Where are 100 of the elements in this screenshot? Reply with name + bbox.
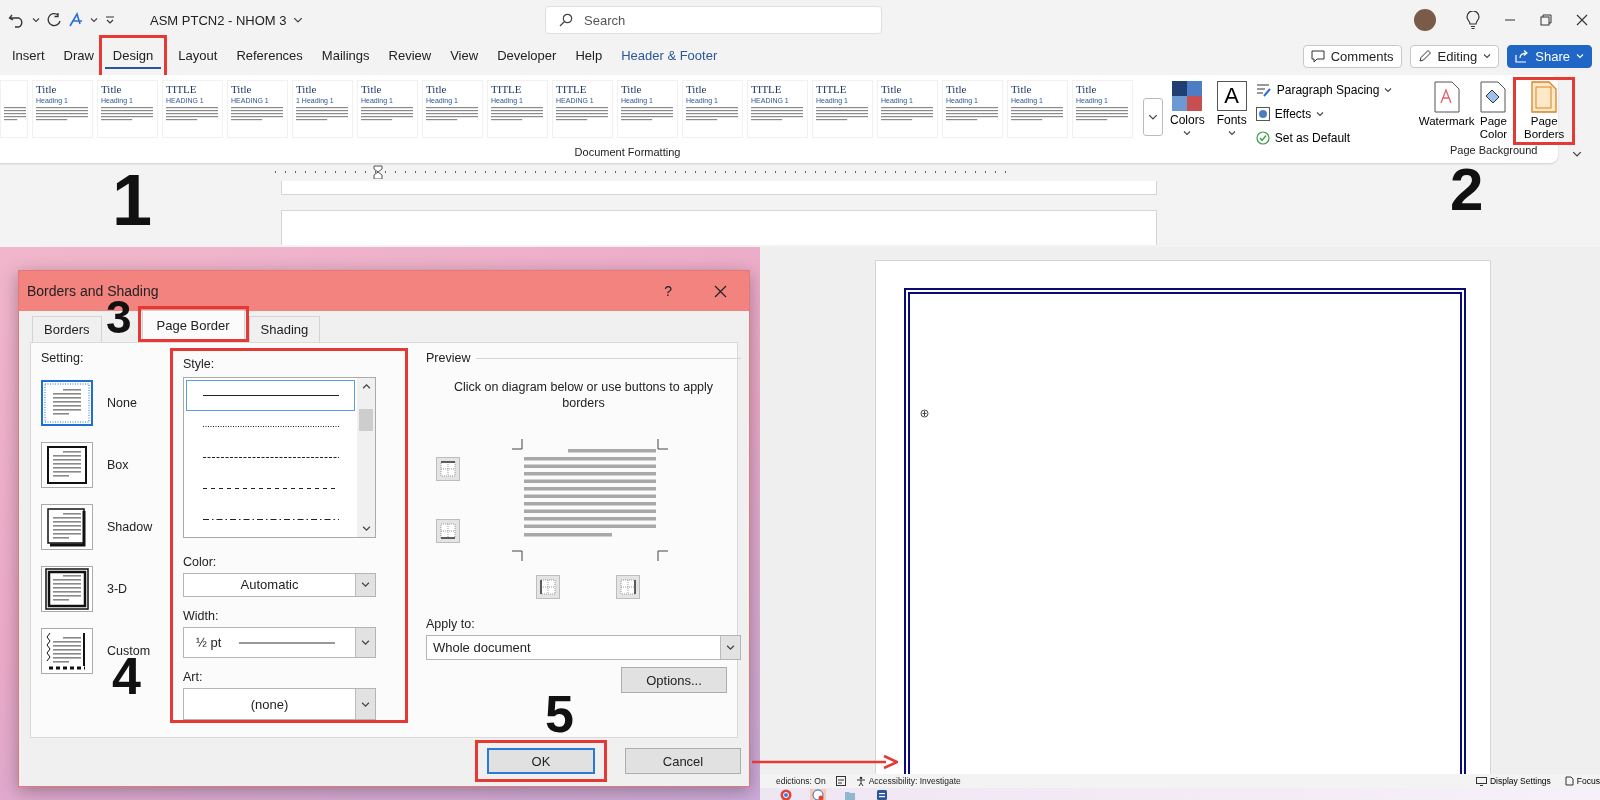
instruction-text: Click on diagram below or use buttons to apply borders [452,379,715,411]
setting-label[interactable]: 3-D [107,581,128,596]
search-icon [559,13,573,27]
border-toggle-button[interactable] [616,575,640,599]
style-title: TITLE [491,83,522,95]
border-toggle-icon [620,579,636,595]
style-title: TITLE [166,83,197,95]
setting-option-icon[interactable] [41,627,93,674]
style-title: Title [426,83,447,95]
line-style-icon [202,394,339,397]
document-icon [1433,81,1460,113]
setting-label[interactable]: None [107,395,137,410]
ribbon-tab[interactable]: Header & Footer [613,43,726,69]
style-title: Title [231,83,252,95]
setting-option-icon[interactable] [41,441,93,488]
apply-to-dropdown[interactable]: Whole document [426,635,741,660]
circle-app-icon[interactable] [780,789,792,800]
fonts-button[interactable]: A Fonts [1213,81,1250,163]
paragraph-spacing-icon [1255,83,1272,97]
effects-icon [1255,107,1270,121]
style-title: Title [101,83,122,95]
ribbon-tab[interactable]: Insert [4,43,53,69]
format-option[interactable]: Paragraph Spacing [1255,80,1393,100]
field-label: Width: [183,608,220,623]
collapse-icon [1571,149,1582,159]
border-toggle-button[interactable] [536,575,560,599]
options-button[interactable]: Options... [621,667,727,693]
ribbon-tab[interactable]: Design [104,43,162,69]
text-lines-drawing [36,107,88,122]
page-borders-button[interactable]: Page Borders [1517,81,1572,141]
field-label: Setting: [41,351,85,365]
dialog-tab[interactable]: Page Border [141,310,245,339]
ribbon-tab[interactable]: Help [567,43,611,69]
ribbon-tab[interactable]: View [442,43,487,69]
ok-button[interactable]: OK [487,748,595,774]
caret-icon [32,16,40,24]
setting-option-icon[interactable] [41,565,93,612]
setting-label[interactable]: Shadow [107,519,153,534]
ribbon-tab[interactable]: Draw [55,43,102,69]
search-field[interactable]: Search [545,6,882,34]
restore-icon[interactable] [1540,14,1552,26]
indent-marker-icon[interactable] [373,165,383,179]
text-lines-drawing [296,107,348,122]
lightbulb-icon[interactable] [1466,11,1480,29]
border-toggle-button[interactable] [436,457,460,481]
app-icon[interactable] [812,789,824,800]
style-title: Title [621,83,642,95]
focus-icon [1564,776,1574,786]
setting-label[interactable]: Custom [107,643,151,658]
scrollbar[interactable] [357,378,375,537]
text-lines-drawing [881,107,933,122]
focus-button[interactable]: Focus [1564,776,1600,786]
caret-icon [1316,110,1325,118]
line-style-option[interactable] [186,380,355,411]
width-dropdown[interactable]: ½ pt [183,626,376,659]
help-button[interactable]: ? [664,283,672,299]
accessibility-icon [855,776,866,786]
step-number: 1 [112,164,153,236]
cancel-button[interactable]: Cancel [625,748,741,774]
share-button[interactable]: Share [1507,44,1592,68]
close-icon[interactable] [714,284,727,298]
ribbon-tab[interactable]: Layout [170,43,226,69]
page-icon [1531,81,1558,113]
setting-label[interactable]: Box [107,457,129,472]
caret-icon [361,638,370,648]
redo-icon[interactable] [46,12,62,28]
comments-button[interactable]: Comments [1302,44,1402,68]
dialog-tab[interactable]: Shading [248,316,321,342]
colors-button[interactable]: Colors [1167,81,1208,163]
text-lines-drawing [686,107,738,122]
ribbon-tab[interactable]: References [228,43,311,69]
pen-icon[interactable] [68,12,84,28]
color-button[interactable]: Page Color [1477,81,1510,143]
group-label: Page Background [1449,144,1538,156]
watermark-button[interactable]: Watermark [1419,81,1474,143]
ribbon-tab[interactable]: Review [380,43,440,69]
format-option[interactable]: Set as Default [1255,128,1351,148]
style-thumbnail[interactable] [0,80,28,138]
ribbon-tab[interactable]: Developer [489,43,565,69]
document-title[interactable]: ASM PTCN2 - NHOM 3 [150,12,287,28]
text-lines-drawing [426,107,478,122]
caret-icon [90,16,98,24]
caret-icon [1483,52,1492,60]
setting-option-icon[interactable] [41,503,93,550]
display-button[interactable]: Display Settings [1475,776,1551,786]
close-icon[interactable] [1576,14,1588,26]
scrollbar-thumb[interactable] [359,408,373,431]
avatar[interactable] [1414,9,1436,31]
format-option[interactable]: Effects [1255,104,1325,124]
field-label: Art: [183,670,204,685]
document-app-icon[interactable] [876,789,888,800]
editing-button[interactable]: Editing [1409,44,1500,68]
art-dropdown[interactable]: (none) [183,688,376,720]
color-dropdown[interactable]: Automatic [183,573,376,597]
text-lines-drawing [1076,107,1128,122]
customize-icon[interactable] [104,14,116,26]
scroll-down-icon [361,524,371,533]
dialog-tab[interactable]: Borders [32,316,102,342]
ribbon-tab[interactable]: Mailings [313,43,378,69]
border-toggle-button[interactable] [436,519,460,543]
